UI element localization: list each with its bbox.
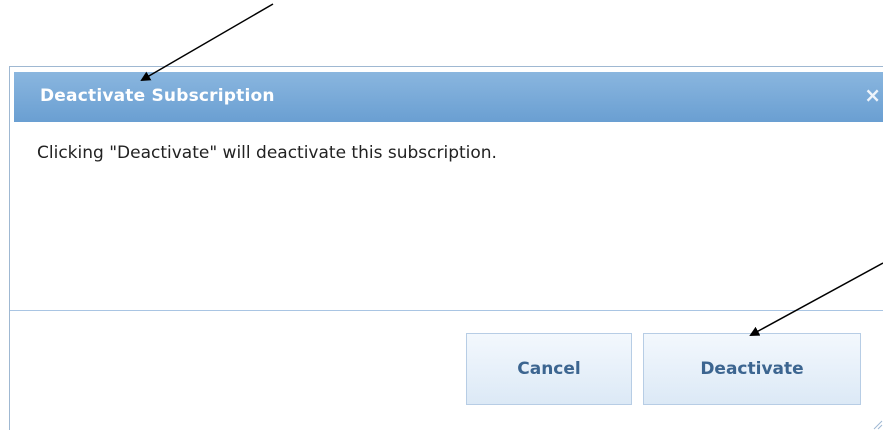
resize-grip-icon[interactable] xyxy=(871,418,883,430)
cancel-button[interactable]: Cancel xyxy=(466,333,632,405)
screenshot-stage: Deactivate Subscription × Clicking "Deac… xyxy=(0,0,883,430)
deactivate-button[interactable]: Deactivate xyxy=(643,333,861,405)
deactivate-button-label: Deactivate xyxy=(700,359,804,379)
dialog-message: Clicking "Deactivate" will deactivate th… xyxy=(37,143,497,163)
dialog-divider xyxy=(10,310,883,311)
deactivate-subscription-dialog: Deactivate Subscription × Clicking "Deac… xyxy=(9,66,883,430)
dialog-title: Deactivate Subscription xyxy=(40,86,275,106)
cancel-button-label: Cancel xyxy=(517,359,581,379)
dialog-titlebar[interactable]: Deactivate Subscription × xyxy=(14,72,883,122)
close-icon[interactable]: × xyxy=(864,83,881,107)
